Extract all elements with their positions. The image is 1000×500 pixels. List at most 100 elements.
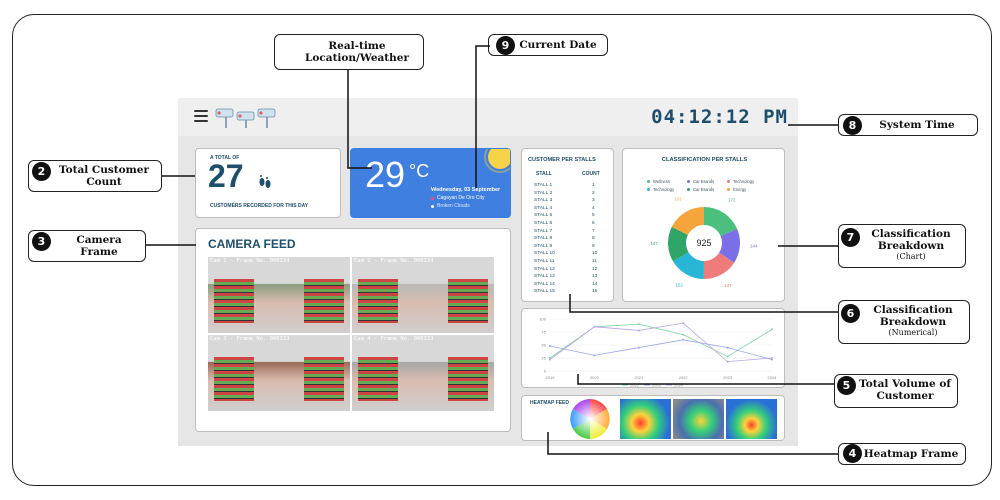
stall-name: STALL 2 xyxy=(534,190,553,196)
weather-condition: Broken Clouds xyxy=(437,203,470,209)
stalls-title: CUSTOMER PER STALLS xyxy=(528,157,596,163)
stall-name: STALL 3 xyxy=(534,198,553,204)
stall-count: 15 xyxy=(592,289,598,295)
heatmap-frame-1 xyxy=(620,399,671,439)
stall-name: STALL 5 xyxy=(534,213,553,219)
total-value: 27 xyxy=(208,158,244,194)
camera-feed-card: CAMERA FEED Cam 1 - Frame No. 000334 Cam … xyxy=(195,228,511,432)
donut-center-total: 925 xyxy=(696,238,711,248)
x-tick-label: 2021 xyxy=(634,375,644,380)
stall-count: 11 xyxy=(592,259,597,264)
temperature-unit: °C xyxy=(409,161,430,181)
stall-name: STALL 9 xyxy=(534,243,553,249)
camera-caption: Cam 3 - Frame No. 000333 xyxy=(210,336,290,342)
annotation-realtime-weather: Real-time Location/Weather xyxy=(274,34,424,70)
legend-label: 2022 xyxy=(630,383,640,388)
footprint-icon xyxy=(259,175,271,188)
stall-name: STALL 4 xyxy=(534,205,553,211)
total-customer-card: A TOTAL OF 27 CUSTOMERS RECORDED FOR THI… xyxy=(195,148,341,218)
total-caption: CUSTOMERS RECORDED FOR THIS DAY xyxy=(210,203,309,209)
annotation-number-2: 2 xyxy=(32,162,51,181)
annotation-number-7: 7 xyxy=(841,228,860,247)
stall-count: 9 xyxy=(592,243,595,249)
stall-count: 12 xyxy=(592,266,598,272)
stall-count: 3 xyxy=(592,198,595,204)
cctv-logo-icon xyxy=(215,108,276,128)
data-point xyxy=(771,328,773,331)
slice-label: 163 xyxy=(674,196,682,201)
classification-card: CLASSIFICATION PER STALLS Wellness Car Br… xyxy=(622,148,785,302)
camera-caption: Cam 1 - Frame No. 000334 xyxy=(210,258,290,264)
data-point xyxy=(593,325,596,328)
x-tick-label: 2024 xyxy=(768,375,778,380)
camera-view-4[interactable]: Cam 4 - Frame No. 000333 xyxy=(352,335,494,411)
legend-label: 2024 xyxy=(674,383,684,388)
stall-column-header: STALL xyxy=(536,171,552,177)
camera-caption: Cam 4 - Frame No. 000333 xyxy=(354,336,434,342)
stall-count: 4 xyxy=(592,205,595,211)
camera-view-2[interactable]: Cam 2 - Frame No. 000334 xyxy=(352,257,494,333)
slice-label: 152 xyxy=(675,282,683,287)
data-point xyxy=(682,333,685,336)
stall-count: 6 xyxy=(592,221,595,226)
data-point xyxy=(593,354,596,357)
camera-view-1[interactable]: Cam 1 - Frame No. 000334 xyxy=(208,257,350,333)
data-point xyxy=(549,358,551,361)
data-point xyxy=(637,323,640,326)
y-tick-label: 75 xyxy=(542,330,547,335)
heatmap-title: HEATMAP FEED xyxy=(530,400,569,406)
store-shelf xyxy=(304,279,344,323)
stall-name: STALL 11 xyxy=(534,259,555,264)
store-shelf xyxy=(304,357,344,401)
stall-name: STALL 7 xyxy=(534,228,553,234)
stall-count: 7 xyxy=(592,228,595,234)
temperature-value: 29 xyxy=(365,154,406,195)
annotation-number-9: 9 xyxy=(496,36,515,55)
stall-count: 1 xyxy=(592,183,595,188)
x-tick-label: 2022 xyxy=(679,375,689,380)
data-point xyxy=(637,329,640,332)
hamburger-menu-icon[interactable] xyxy=(194,110,208,122)
data-point xyxy=(549,345,551,348)
stall-count: 14 xyxy=(592,281,598,287)
data-point xyxy=(726,346,729,349)
annotation-number-4: 4 xyxy=(843,444,862,463)
slice-label: 172 xyxy=(728,197,736,202)
x-tick-label: 2019 xyxy=(546,375,556,380)
store-shelf xyxy=(358,357,398,401)
heatmap-card: HEATMAP FEED xyxy=(521,395,785,441)
color-wheel-icon xyxy=(570,399,610,439)
series-line-2024 xyxy=(549,322,773,363)
annotation-number-3: 3 xyxy=(32,232,51,251)
stall-count: 8 xyxy=(592,236,595,242)
stall-name: STALL 10 xyxy=(534,251,555,257)
store-shelf xyxy=(448,357,488,401)
classification-donut-chart: 172 144 147 152 147 163 925 xyxy=(650,196,758,288)
stall-count: 5 xyxy=(592,213,595,219)
store-shelf xyxy=(214,357,254,401)
y-tick-label: 100 xyxy=(539,317,546,322)
heatmap-frame-3 xyxy=(726,399,777,439)
stall-name: STALL 12 xyxy=(534,266,555,272)
heatmap-frame-2 xyxy=(673,399,724,439)
current-date: Wednesday, 03 September xyxy=(431,187,501,193)
data-point xyxy=(726,360,729,363)
data-point xyxy=(726,355,729,358)
location-name: Cagayan De Oro City xyxy=(437,195,485,201)
dashboard: 04:12:12 PM A TOTAL OF 27 CUSTOMERS RECO… xyxy=(178,98,798,446)
location-pin-icon xyxy=(431,197,434,200)
slice-label: 147 xyxy=(724,283,732,288)
annotation-number-6: 6 xyxy=(841,304,860,323)
stall-count: 13 xyxy=(592,274,598,280)
cloud-icon xyxy=(431,205,434,208)
data-point xyxy=(771,357,773,359)
stall-count: 10 xyxy=(592,251,598,257)
camera-view-3[interactable]: Cam 3 - Frame No. 000333 xyxy=(208,335,350,411)
slice-label: 147 xyxy=(650,241,658,246)
data-point xyxy=(682,322,685,325)
stall-name: STALL 1 xyxy=(534,183,553,188)
stall-name: STALL 8 xyxy=(534,236,553,242)
data-point xyxy=(682,338,685,341)
stall-name: STALL 6 xyxy=(534,221,553,226)
store-shelf xyxy=(214,279,254,323)
